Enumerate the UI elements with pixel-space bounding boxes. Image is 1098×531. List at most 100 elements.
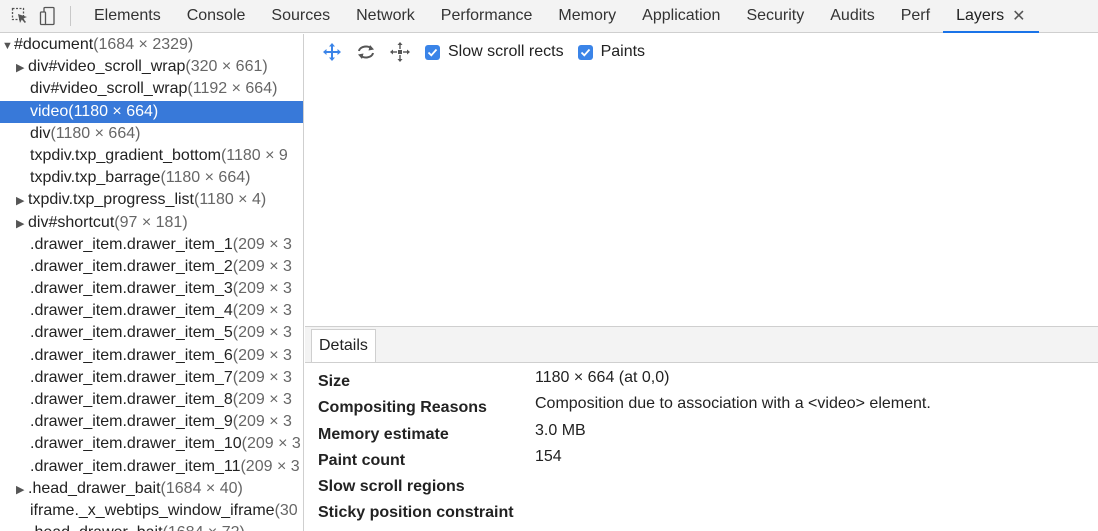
tab-application[interactable]: Application (629, 0, 733, 32)
reset-transform-icon[interactable] (383, 38, 417, 66)
rotate-mode-icon[interactable] (349, 38, 383, 66)
property-row: Compositing Reasons Composition due to a… (305, 395, 1098, 421)
layer-tree-row[interactable]: txpdiv.txp_gradient_bottom(1180 × 9 (0, 145, 303, 167)
layer-dimensions: (1684 × 2329) (93, 36, 194, 53)
layer-name: txpdiv.txp_gradient_bottom (30, 146, 221, 164)
layer-name: #document (14, 36, 94, 53)
tab-sources[interactable]: Sources (258, 0, 343, 32)
layer-name: .drawer_item.drawer_item_1 (30, 235, 233, 253)
property-row: Paint count 154 (305, 448, 1098, 474)
layer-tree-row[interactable]: .head_drawer_bait(1684 × 72) (0, 522, 303, 531)
layer-tree-row[interactable]: iframe._x_webtips_window_iframe(30 (0, 500, 303, 522)
expanded-arrow-icon[interactable]: ▼ (2, 35, 14, 57)
layer-tree: ▼#document(1684 × 2329) ▶ div#video_scroll… (0, 34, 304, 531)
property-row: Memory estimate 3.0 MB (305, 422, 1098, 448)
layer-tree-row[interactable]: .drawer_item.drawer_item_5(209 × 3 (0, 322, 303, 344)
layer-dimensions: (209 × 3 (232, 391, 292, 408)
layers-3d-view[interactable] (305, 70, 1098, 326)
tab-audits[interactable]: Audits (817, 0, 887, 32)
tab-label: Memory (558, 7, 617, 24)
tab-perf[interactable]: Perf (888, 0, 943, 32)
layer-dimensions: (1180 × 664) (68, 102, 159, 120)
layer-tree-row[interactable]: .drawer_item.drawer_item_11(209 × 3 (0, 456, 303, 478)
layer-dimensions: (209 × 3 (232, 257, 292, 275)
layer-tree-row[interactable]: .drawer_item.drawer_item_10(209 × 3 (0, 433, 303, 455)
layer-tree-row[interactable]: ▶ .head_drawer_bait(1684 × 40) (0, 478, 303, 500)
tab-label: Performance (440, 7, 533, 24)
layer-dimensions: (1192 × 664) (187, 80, 278, 98)
layer-dimensions: (209 × 3 (232, 346, 292, 364)
layer-tree-row[interactable]: .drawer_item.drawer_item_8(209 × 3 (0, 389, 303, 411)
toolbar-icons (0, 0, 81, 32)
device-toolbar-icon[interactable] (34, 1, 62, 31)
layer-name: .drawer_item.drawer_item_9 (30, 413, 233, 431)
tab-console[interactable]: Console (174, 0, 259, 32)
tab-details[interactable]: Details (311, 329, 376, 362)
layer-tree-row[interactable]: .drawer_item.drawer_item_2(209 × 3 (0, 256, 303, 278)
tab-network[interactable]: Network (343, 0, 428, 32)
layer-tree-row[interactable]: ▶ div#shortcut(97 × 181) (0, 212, 303, 234)
property-value: Composition due to association with a <v… (535, 395, 931, 413)
layers-toolbar: Slow scroll rects Paints (305, 34, 1098, 70)
tab-label: Console (186, 7, 246, 24)
collapsed-arrow-icon[interactable]: ▶ (16, 479, 28, 501)
paints-label: Paints (600, 43, 646, 60)
layer-name: .drawer_item.drawer_item_3 (30, 280, 233, 298)
layer-dimensions: (209 × 3 (240, 457, 300, 475)
layer-dimensions: (1684 × 40) (160, 479, 243, 497)
tab-memory[interactable]: Memory (545, 0, 629, 32)
layer-tree-row[interactable]: .drawer_item.drawer_item_1(209 × 3 (0, 234, 303, 256)
tab-label: Audits (830, 7, 875, 24)
property-key: Sticky position constraint (318, 504, 514, 522)
property-value: 1180 × 664 (at 0,0) (535, 369, 670, 386)
close-icon[interactable]: ✕ (1012, 6, 1025, 26)
collapsed-arrow-icon[interactable]: ▶ (16, 57, 28, 79)
layer-name: iframe._x_webtips_window_iframe (30, 501, 275, 519)
layer-tree-row[interactable]: .drawer_item.drawer_item_3(209 × 3 (0, 278, 303, 300)
layer-name: txpdiv.txp_barrage (30, 169, 161, 187)
layer-tree-row[interactable]: .drawer_item.drawer_item_6(209 × 3 (0, 345, 303, 367)
tab-elements[interactable]: Elements (81, 0, 174, 32)
layer-name: .drawer_item.drawer_item_2 (30, 257, 233, 275)
layer-tree-row[interactable]: div(1180 × 664) (0, 123, 303, 145)
property-key: Size (318, 373, 351, 390)
layer-dimensions: (1180 × 664) (160, 169, 251, 187)
tab-performance[interactable]: Performance (428, 0, 546, 32)
tab-label: Sources (271, 7, 331, 24)
collapsed-arrow-icon[interactable]: ▶ (16, 213, 28, 235)
layer-dimensions: (209 × 3 (232, 235, 292, 253)
tab-label: Elements (94, 7, 161, 24)
layer-tree-row[interactable]: .drawer_item.drawer_item_9(209 × 3 (0, 411, 303, 433)
layer-tree-row[interactable]: ▶ div#video_scroll_wrap(320 × 661) (0, 56, 303, 78)
collapsed-arrow-icon[interactable]: ▶ (16, 190, 28, 212)
tab-label: Network (356, 7, 415, 24)
tab-label: Application (642, 7, 721, 24)
tab-layers[interactable]: Layers ✕ (943, 0, 1039, 33)
layer-tree-row[interactable]: .drawer_item.drawer_item_4(209 × 3 (0, 300, 303, 322)
layer-name: video (30, 102, 69, 120)
layer-tree-row[interactable]: ▶ txpdiv.txp_progress_list(1180 × 4) (0, 189, 303, 211)
layer-name: div (30, 124, 51, 142)
layer-dimensions: (1684 × 72) (163, 524, 245, 531)
paints-checkbox[interactable] (577, 44, 593, 60)
layer-tree-row[interactable]: video(1180 × 664) (0, 100, 303, 123)
layer-name: .head_drawer_bait (30, 524, 163, 531)
layer-name: .head_drawer_bait (28, 479, 161, 497)
layer-name: .drawer_item.drawer_item_7 (30, 368, 233, 386)
tab-security[interactable]: Security (733, 0, 817, 32)
layer-tree-row[interactable]: txpdiv.txp_barrage(1180 × 664) (0, 167, 303, 189)
layer-tree-row[interactable]: .drawer_item.drawer_item_7(209 × 3 (0, 367, 303, 389)
layer-dimensions: (209 × 3 (232, 368, 292, 386)
inspect-element-icon[interactable] (6, 1, 34, 31)
slow-scroll-rects-checkbox[interactable] (425, 44, 440, 60)
property-value: 154 (535, 447, 562, 465)
pan-mode-icon[interactable] (315, 38, 349, 66)
layer-name: .drawer_item.drawer_item_4 (30, 302, 233, 320)
layer-tree-row[interactable]: div#video_scroll_wrap(1192 × 664) (0, 78, 303, 100)
layer-name: txpdiv.txp_progress_list (28, 191, 194, 209)
details-tab-label: Details (319, 337, 368, 354)
layer-dimensions: (1180 × 9 (220, 146, 288, 164)
tab-label: Perf (900, 7, 931, 24)
layer-dimensions: (1180 × 4) (194, 191, 267, 209)
layer-tree-row[interactable]: ▼#document(1684 × 2329) (0, 34, 303, 56)
